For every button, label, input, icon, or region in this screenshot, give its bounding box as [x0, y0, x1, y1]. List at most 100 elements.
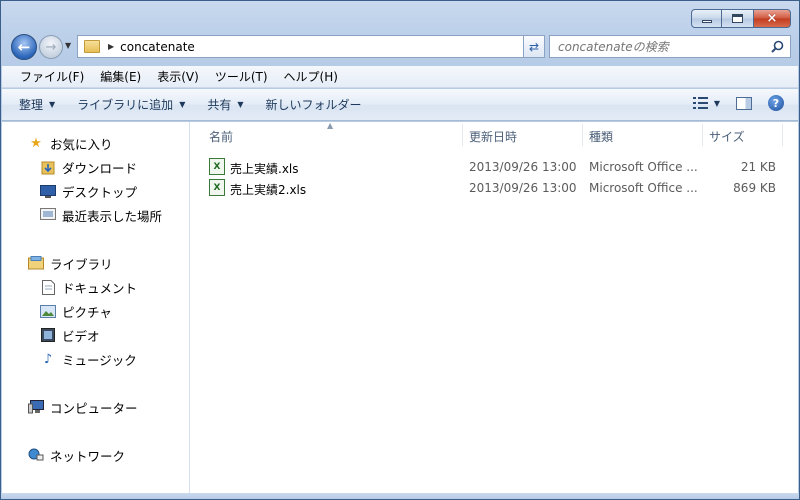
view-controls: ▼ ?: [692, 95, 784, 111]
refresh-button[interactable]: ⇄: [523, 35, 545, 58]
organize-button[interactable]: 整理 ▼: [19, 96, 55, 113]
maximize-icon: [732, 14, 743, 23]
chevron-down-icon: ▼: [179, 100, 186, 109]
nav-desktop-label: デスクトップ: [62, 184, 138, 200]
file-size: 869 KB: [733, 181, 776, 195]
command-bar: 整理 ▼ ライブラリに追加 ▼ 共有 ▼ 新しいフォルダー ▼ ?: [2, 89, 798, 121]
back-arrow-icon: ←: [17, 38, 31, 56]
file-size: 21 KB: [740, 160, 776, 174]
network-icon: [28, 447, 44, 463]
music-icon: ♪: [43, 351, 53, 367]
search-icon[interactable]: [768, 40, 786, 53]
star-icon: ★: [30, 135, 42, 151]
libraries-icon: [28, 255, 44, 271]
menu-file[interactable]: ファイル(F): [12, 68, 92, 85]
column-divider[interactable]: [582, 124, 583, 146]
nav-libraries[interactable]: ライブラリ: [28, 253, 113, 273]
main-area: ★ お気に入り ダウンロード デスクトップ 最近表示した場所 ライブラリ ドキュ…: [2, 121, 798, 493]
nav-computer-label: コンピューター: [50, 400, 138, 416]
menu-view[interactable]: 表示(V): [149, 68, 207, 85]
sort-ascending-icon: ▲: [327, 121, 334, 130]
excel-file-icon: X: [209, 158, 225, 175]
window-bottom-border: [1, 493, 799, 499]
nav-videos-label: ビデオ: [62, 328, 100, 344]
nav-documents-label: ドキュメント: [62, 280, 138, 296]
menu-tools[interactable]: ツール(T): [207, 68, 276, 85]
menu-edit[interactable]: 編集(E): [92, 68, 149, 85]
file-modified: 2013/09/26 13:00: [469, 181, 577, 195]
column-header-name[interactable]: 名前: [209, 128, 233, 145]
excel-file-icon: X: [209, 179, 225, 196]
nav-videos[interactable]: ビデオ: [40, 325, 100, 345]
close-icon: ×: [766, 11, 778, 26]
breadcrumb-chevron-icon[interactable]: ▶: [108, 42, 114, 51]
document-icon: [40, 279, 56, 295]
file-name[interactable]: 売上実績.xls: [230, 160, 299, 177]
nav-computer[interactable]: コンピューター: [28, 397, 138, 417]
forward-button[interactable]: →: [39, 35, 63, 59]
minimize-icon: [701, 20, 712, 23]
column-divider[interactable]: [462, 124, 463, 146]
nav-music-label: ミュージック: [62, 352, 137, 368]
add-to-library-label: ライブラリに追加: [77, 98, 174, 112]
new-folder-label: 新しいフォルダー: [265, 98, 362, 112]
nav-downloads-label: ダウンロード: [62, 160, 138, 176]
nav-recent-places-label: 最近表示した場所: [62, 208, 163, 224]
chevron-down-icon: ▼: [713, 98, 720, 108]
menu-bar: ファイル(F) 編集(E) 表示(V) ツール(T) ヘルプ(H): [2, 66, 798, 88]
file-list: ▲ 名前 更新日時 種類 サイズ X 売上実績.xls 2013/09/26 1…: [191, 121, 798, 493]
nav-recent-places[interactable]: 最近表示した場所: [40, 205, 162, 225]
desktop-icon: [40, 183, 56, 199]
menu-help[interactable]: ヘルプ(H): [276, 68, 346, 85]
recent-pages-dropdown-icon[interactable]: ▼: [65, 41, 71, 50]
nav-favorites[interactable]: ★ お気に入り: [28, 133, 113, 153]
help-icon[interactable]: ?: [768, 95, 784, 111]
nav-documents[interactable]: ドキュメント: [40, 277, 137, 297]
file-type: Microsoft Office ...: [589, 160, 698, 174]
back-button[interactable]: ←: [11, 34, 37, 60]
share-label: 共有: [207, 98, 232, 112]
search-input[interactable]: [558, 39, 768, 54]
organize-label: 整理: [19, 98, 44, 112]
search-box[interactable]: [549, 35, 791, 58]
minimize-button[interactable]: [691, 9, 722, 28]
nav-libraries-label: ライブラリ: [50, 256, 113, 272]
refresh-icon: ⇄: [528, 39, 540, 54]
downloads-folder-icon: [40, 159, 56, 175]
caption-buttons: ×: [691, 9, 791, 28]
file-row[interactable]: X 売上実績2.xls 2013/09/26 13:00 Microsoft O…: [191, 178, 798, 198]
nav-music[interactable]: ♪ ミュージック: [40, 349, 137, 369]
file-type: Microsoft Office ...: [589, 181, 698, 195]
nav-desktop[interactable]: デスクトップ: [40, 181, 137, 201]
nav-favorites-label: お気に入り: [50, 136, 113, 152]
nav-network-label: ネットワーク: [50, 448, 126, 464]
navigation-pane: ★ お気に入り ダウンロード デスクトップ 最近表示した場所 ライブラリ ドキュ…: [2, 122, 190, 493]
share-button[interactable]: 共有 ▼: [207, 96, 243, 113]
nav-pictures-label: ピクチャ: [62, 304, 112, 320]
new-folder-button[interactable]: 新しいフォルダー: [266, 96, 362, 113]
details-view-icon: [692, 97, 708, 109]
column-headers: ▲ 名前 更新日時 種類 サイズ: [191, 121, 798, 148]
maximize-button[interactable]: [722, 9, 753, 28]
explorer-window: × ← → ▼ ▶ concatenate ▼ ⇄ ファイル(F) 編集(E) …: [0, 0, 800, 500]
add-to-library-button[interactable]: ライブラリに追加 ▼: [77, 96, 185, 113]
breadcrumb-segment[interactable]: concatenate: [120, 40, 195, 54]
preview-pane-icon[interactable]: [736, 96, 752, 110]
nav-network[interactable]: ネットワーク: [28, 445, 125, 465]
column-header-modified[interactable]: 更新日時: [469, 128, 517, 145]
address-bar[interactable]: ▶ concatenate ▼: [77, 35, 543, 58]
nav-downloads[interactable]: ダウンロード: [40, 157, 137, 177]
video-icon: [40, 327, 56, 343]
change-view-button[interactable]: ▼: [692, 97, 720, 109]
file-row[interactable]: X 売上実績.xls 2013/09/26 13:00 Microsoft Of…: [191, 157, 798, 177]
column-divider[interactable]: [702, 124, 703, 146]
file-name[interactable]: 売上実績2.xls: [230, 181, 306, 198]
recent-places-icon: [40, 207, 56, 223]
column-divider[interactable]: [782, 124, 783, 146]
column-header-type[interactable]: 種類: [589, 128, 613, 145]
nav-pictures[interactable]: ピクチャ: [40, 301, 112, 321]
close-button[interactable]: ×: [753, 9, 791, 28]
column-header-size[interactable]: サイズ: [709, 128, 745, 145]
forward-arrow-icon: →: [45, 39, 57, 55]
folder-icon: [84, 40, 100, 53]
